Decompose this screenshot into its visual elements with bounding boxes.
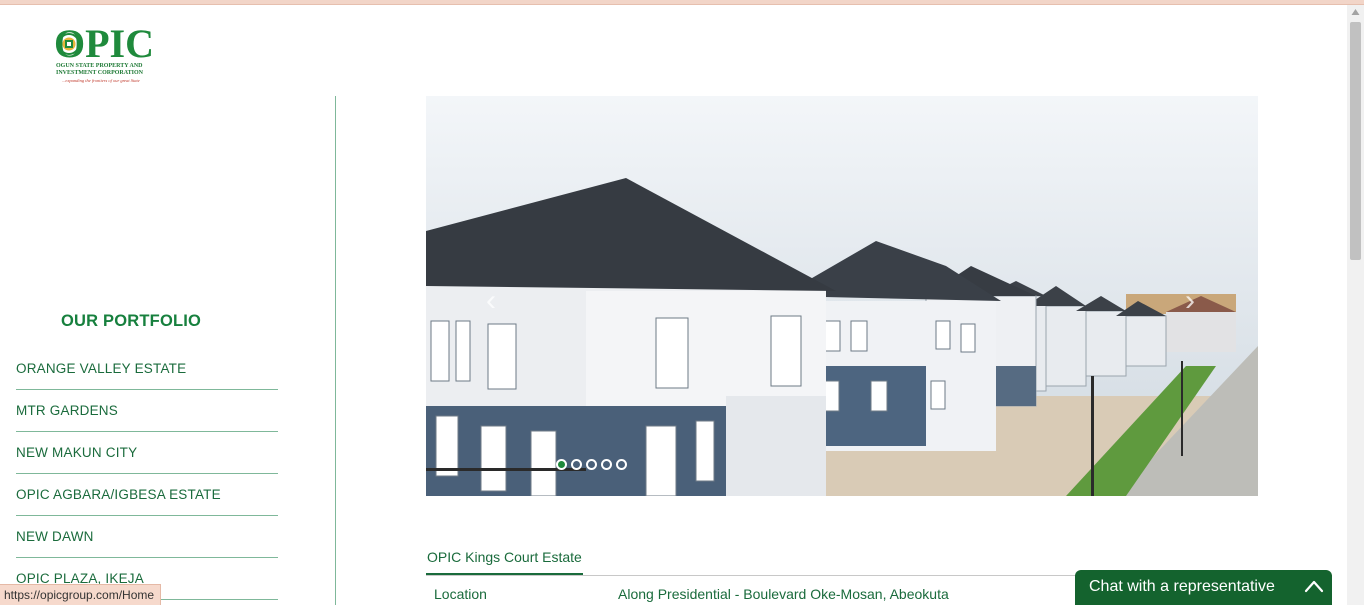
carousel-next-arrow[interactable]: › (1178, 286, 1202, 316)
estate-houses-image (426, 96, 1258, 496)
portfolio-item-new-dawn[interactable]: NEW DAWN (16, 516, 278, 558)
status-bar-url: https://opicgroup.com/Home (0, 584, 162, 605)
location-value: Along Presidential - Boulevard Oke-Mosan… (618, 586, 949, 602)
estate-image-carousel[interactable]: ‹ › (426, 96, 1258, 496)
carousel-dot-4[interactable] (601, 459, 612, 470)
portfolio-list: ORANGE VALLEY ESTATE MTR GARDENS NEW MAK… (16, 348, 278, 600)
chat-widget-label: Chat with a representative (1089, 578, 1275, 595)
portfolio-heading: OUR PORTFOLIO (61, 312, 202, 330)
carousel-dot-5[interactable] (616, 459, 627, 470)
page-scrollbar[interactable] (1347, 5, 1364, 605)
tab-opic-kings-court-estate[interactable]: OPIC Kings Court Estate (426, 547, 583, 575)
scroll-up-arrow-icon[interactable] (1351, 8, 1360, 16)
sidebar-divider (335, 96, 336, 605)
carousel-dot-3[interactable] (586, 459, 597, 470)
logo-subtitle: OGUN STATE PROPERTY AND INVESTMENT CORPO… (56, 63, 143, 76)
portfolio-item-mtr-gardens[interactable]: MTR GARDENS (16, 390, 278, 432)
carousel-indicators (556, 459, 632, 471)
location-label: Location (434, 586, 487, 602)
portfolio-item-agbara-igbesa[interactable]: OPIC AGBARA/IGBESA ESTATE (16, 474, 278, 516)
logo-tagline: ...expanding the frontiers of our great … (62, 78, 140, 83)
portfolio-item-new-makun-city[interactable]: NEW MAKUN CITY (16, 432, 278, 474)
chevron-up-icon (1304, 580, 1324, 593)
carousel-prev-arrow[interactable]: ‹ (479, 286, 503, 316)
portfolio-item-orange-valley[interactable]: ORANGE VALLEY ESTATE (16, 348, 278, 390)
carousel-dot-1[interactable] (556, 459, 567, 470)
logo-emblem-icon (58, 33, 80, 55)
scrollbar-thumb[interactable] (1350, 22, 1361, 260)
browser-top-strip (0, 0, 1364, 5)
carousel-dot-2[interactable] (571, 459, 582, 470)
opic-logo[interactable]: OPIC OGUN STATE PROPERTY AND INVESTMENT … (54, 24, 166, 88)
chat-widget-button[interactable]: Chat with a representative (1075, 570, 1332, 605)
